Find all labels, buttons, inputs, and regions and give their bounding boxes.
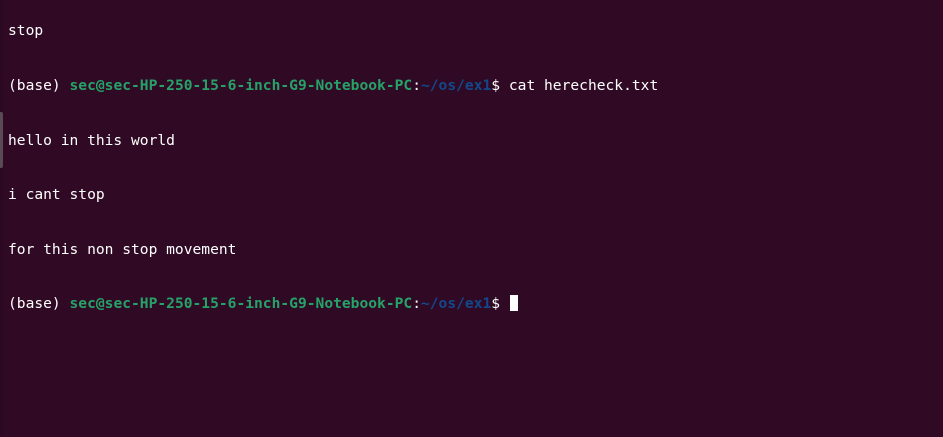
- terminal-line: i cant stop: [8, 186, 943, 204]
- terminal-line: hello in this world: [8, 132, 943, 150]
- output-text: hello in this world: [8, 131, 175, 149]
- resize-handle[interactable]: [0, 112, 3, 168]
- prompt-symbol: $: [491, 77, 501, 94]
- prompt-separator: :: [412, 295, 421, 313]
- conda-env: (base): [8, 295, 61, 313]
- user-host: sec@sec-HP-250-15-6-inch-G9-Notebook-PC: [69, 295, 413, 313]
- command-text: cat herecheck.txt: [508, 77, 659, 94]
- terminal-line: stop: [8, 22, 943, 40]
- text-cursor[interactable]: [509, 295, 518, 312]
- output-text: i cant stop: [8, 186, 105, 204]
- output-text: stop: [8, 22, 44, 40]
- prompt-symbol: $: [491, 295, 501, 313]
- conda-env: (base): [8, 77, 61, 94]
- working-directory: ~/os/ex1: [420, 77, 492, 94]
- terminal-output[interactable]: stop (base) sec@sec-HP-250-15-6-inch-G9-…: [8, 0, 943, 437]
- prompt-separator: :: [412, 77, 421, 94]
- output-text: for this non stop movement: [8, 240, 237, 258]
- terminal-prompt-line[interactable]: (base) sec@sec-HP-250-15-6-inch-G9-Noteb…: [8, 295, 943, 313]
- working-directory: ~/os/ex1: [420, 295, 492, 313]
- terminal-prompt-line: (base) sec@sec-HP-250-15-6-inch-G9-Noteb…: [8, 77, 943, 95]
- window-left-edge: [0, 0, 3, 437]
- user-host: sec@sec-HP-250-15-6-inch-G9-Notebook-PC: [69, 77, 413, 94]
- terminal-line: for this non stop movement: [8, 241, 943, 259]
